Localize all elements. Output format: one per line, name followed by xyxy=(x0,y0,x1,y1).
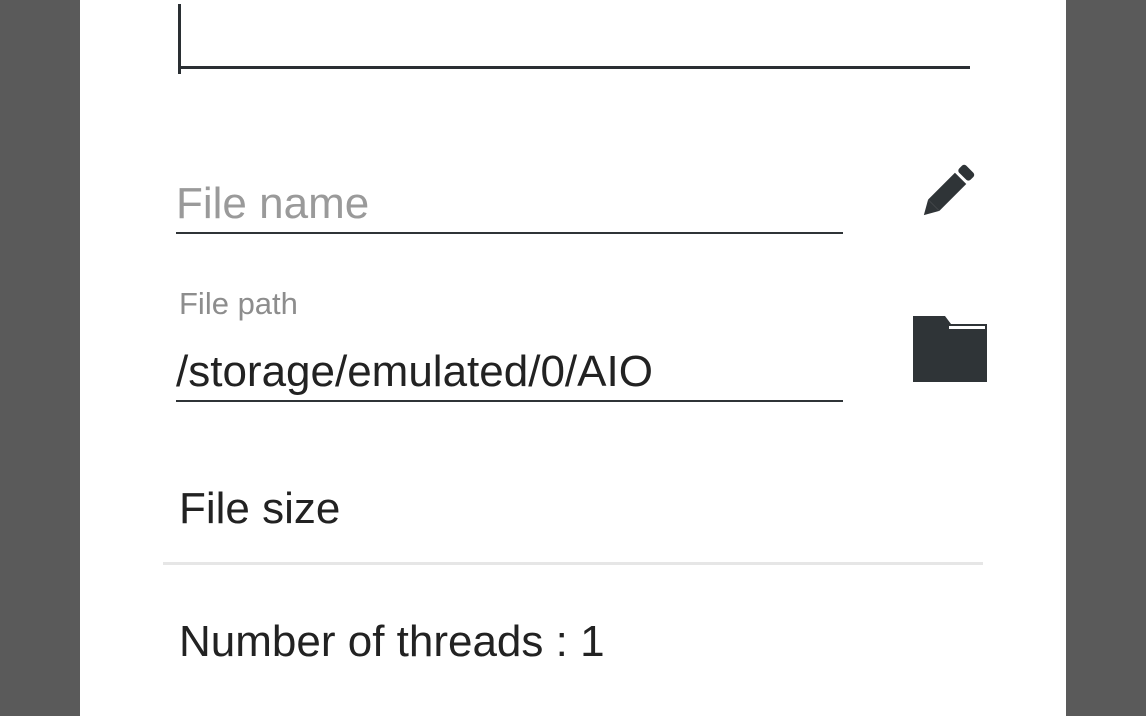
threads-setting[interactable]: Number of threads : 1 xyxy=(179,617,605,667)
url-field-underline xyxy=(178,66,970,69)
pencil-icon xyxy=(923,164,975,216)
edit-filename-button[interactable] xyxy=(909,148,991,230)
file-name-input[interactable] xyxy=(176,176,843,234)
browse-folder-button[interactable] xyxy=(909,308,991,390)
file-size-label: File size xyxy=(179,484,341,533)
divider xyxy=(163,562,983,565)
folder-icon xyxy=(913,316,987,382)
url-field[interactable] xyxy=(178,0,970,74)
file-path-input[interactable] xyxy=(176,344,843,402)
download-dialog: File path File size Number of threads : … xyxy=(80,0,1066,716)
file-path-label: File path xyxy=(179,286,298,321)
text-cursor xyxy=(178,4,181,74)
